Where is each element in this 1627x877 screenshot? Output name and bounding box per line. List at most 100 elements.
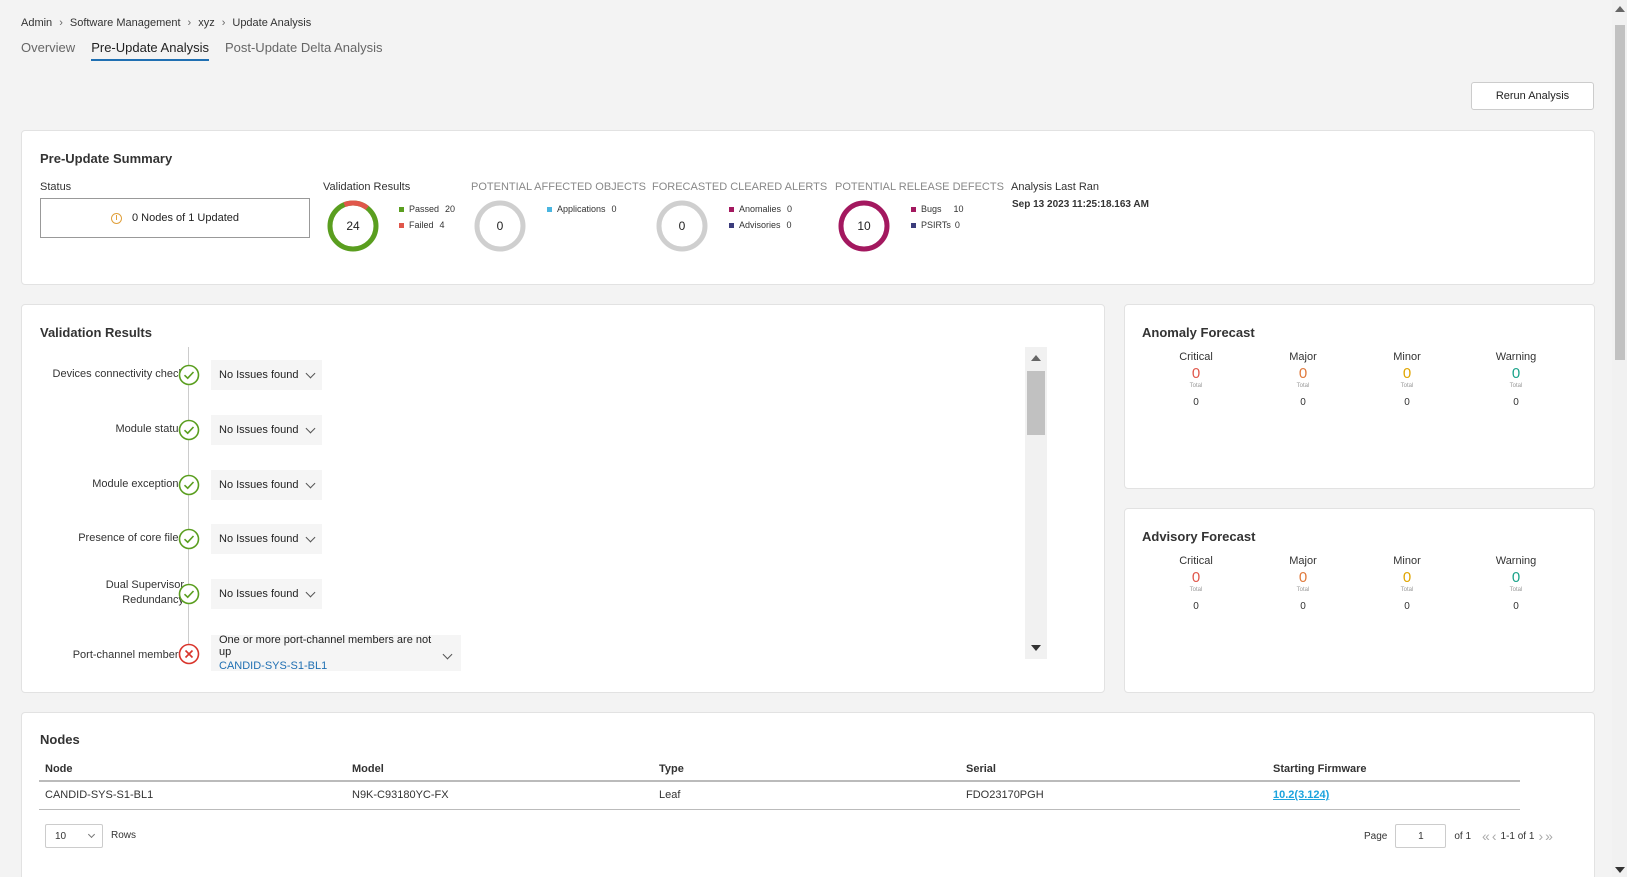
- warning-icon: [110, 212, 122, 224]
- forecast-major: Major 0 Total 0: [1258, 555, 1348, 612]
- pre-update-summary-card: Pre-Update Summary Status 0 Nodes of 1 U…: [21, 130, 1595, 285]
- scroll-thumb[interactable]: [1027, 371, 1045, 435]
- legend-value: 20: [445, 204, 456, 214]
- chevron-down-icon: [305, 368, 315, 378]
- column-header[interactable]: Model: [346, 757, 653, 782]
- breadcrumb-item[interactable]: Software Management: [70, 17, 181, 29]
- column-label: Warning: [1495, 555, 1537, 567]
- scroll-down-icon[interactable]: [1031, 645, 1041, 651]
- column-value: 0: [1298, 365, 1308, 382]
- page: Admin › Software Management › xyz › Upda…: [0, 0, 1610, 877]
- result-text: No Issues found: [219, 369, 299, 381]
- last-page-icon[interactable]: »: [1545, 828, 1553, 844]
- breadcrumb-item[interactable]: Admin: [21, 17, 52, 29]
- result-dropdown[interactable]: No Issues found: [211, 524, 322, 554]
- column-header[interactable]: Serial: [960, 757, 1267, 782]
- legend-label: Anomalies: [739, 204, 782, 214]
- result-text: One or more port-channel members are not…: [219, 634, 432, 658]
- total-label: Total: [1509, 383, 1523, 389]
- result-dropdown[interactable]: No Issues found: [211, 579, 322, 609]
- column-value: 0: [1402, 569, 1412, 586]
- chevron-right-icon: ›: [187, 17, 192, 29]
- legend-label: Failed: [409, 220, 434, 230]
- firmware-link[interactable]: 10.2(3.124): [1273, 789, 1329, 801]
- page-number-input[interactable]: 1: [1395, 824, 1447, 848]
- breadcrumb: Admin › Software Management › xyz › Upda…: [21, 17, 311, 29]
- result-text: No Issues found: [219, 424, 299, 436]
- rerun-analysis-button[interactable]: Rerun Analysis: [1471, 82, 1594, 110]
- legend-label: Applications: [557, 204, 606, 214]
- column-header[interactable]: Starting Firmware: [1267, 757, 1520, 782]
- rows-per-page-select[interactable]: 10: [45, 824, 103, 848]
- tab-pre-update-analysis[interactable]: Pre-Update Analysis: [91, 40, 209, 61]
- scroll-thumb[interactable]: [1615, 25, 1625, 360]
- column-sub: 0: [1193, 397, 1199, 408]
- validation-row: Module exceptions No Issues found: [22, 470, 322, 500]
- column-label: Minor: [1393, 351, 1421, 363]
- anomaly-forecast-card: Anomaly Forecast Critical 0 Total 0 Majo…: [1124, 304, 1595, 489]
- legend-value: 10: [953, 204, 964, 214]
- legend-label: Bugs: [921, 204, 942, 214]
- tab-overview[interactable]: Overview: [21, 40, 75, 61]
- legend-value: 0: [786, 220, 792, 230]
- first-page-icon[interactable]: «: [1482, 828, 1490, 844]
- column-header[interactable]: Type: [653, 757, 960, 782]
- chevron-down-icon: [87, 830, 96, 839]
- status-value: 0 Nodes of 1 Updated: [131, 212, 240, 224]
- cell-type: Leaf: [653, 781, 960, 810]
- total-label: Total: [1189, 587, 1203, 593]
- breadcrumb-item[interactable]: xyz: [198, 17, 215, 29]
- column-value: 0: [1511, 365, 1521, 382]
- scroll-up-icon[interactable]: [1615, 6, 1625, 12]
- cleared-alerts-label: FORECASTED CLEARED ALERTS: [652, 181, 828, 193]
- forecast-critical: Critical 0 Total 0: [1151, 351, 1241, 408]
- legend-value: 0: [611, 204, 617, 214]
- legend-swatch: [911, 206, 916, 212]
- card-title: Advisory Forecast: [1142, 529, 1256, 544]
- next-page-icon[interactable]: ›: [1538, 828, 1543, 844]
- node-link[interactable]: CANDID-SYS-S1-BL1: [219, 660, 327, 672]
- card-title: Validation Results: [40, 325, 152, 340]
- column-header[interactable]: Node: [39, 757, 346, 782]
- cell-firmware: 10.2(3.124): [1267, 781, 1520, 810]
- validation-row-label: Presence of core files: [78, 532, 184, 544]
- validation-row: Devices connectivity check No Issues fou…: [22, 360, 322, 390]
- last-ran-label: Analysis Last Ran: [1011, 181, 1100, 193]
- scroll-up-icon[interactable]: [1031, 355, 1041, 361]
- validation-scrollbar[interactable]: [1025, 347, 1047, 659]
- validation-row: Module status No Issues found: [22, 415, 322, 445]
- result-dropdown[interactable]: No Issues found: [211, 360, 322, 390]
- result-dropdown[interactable]: No Issues found: [211, 470, 322, 500]
- chevron-down-icon: [305, 587, 315, 597]
- total-label: Total: [1509, 587, 1523, 593]
- validation-row-label: Dual Supervisor Redundancy: [105, 579, 184, 606]
- total-label: Total: [1400, 383, 1414, 389]
- chevron-down-icon: [305, 478, 315, 488]
- page-label: Page: [1364, 830, 1388, 842]
- result-dropdown[interactable]: One or more port-channel members are not…: [211, 634, 461, 672]
- validation-row: Port-channel members One or more port-ch…: [22, 634, 461, 673]
- validation-row-label: Port-channel members: [72, 649, 184, 661]
- page-scrollbar[interactable]: [1612, 0, 1627, 877]
- defects-legend: Bugs 10 PSIRTs 0: [911, 201, 964, 233]
- table-row[interactable]: CANDID-SYS-S1-BL1 N9K-C93180YC-FX Leaf F…: [39, 781, 1520, 810]
- column-sub: 0: [1300, 601, 1306, 612]
- tab-post-update-delta-analysis[interactable]: Post-Update Delta Analysis: [225, 40, 383, 61]
- legend-swatch: [547, 206, 552, 212]
- check-circle-icon: [178, 528, 200, 550]
- card-title: Pre-Update Summary: [40, 151, 173, 166]
- legend-label: Advisories: [739, 220, 781, 230]
- affected-legend: Applications 0: [547, 201, 617, 217]
- result-dropdown[interactable]: No Issues found: [211, 415, 322, 445]
- pagination: Page 1 of 1 « ‹ 1-1 of 1 › »: [1364, 824, 1554, 848]
- breadcrumb-item: Update Analysis: [232, 17, 312, 29]
- prev-page-icon[interactable]: ‹: [1492, 828, 1497, 844]
- forecast-critical: Critical 0 Total 0: [1151, 555, 1241, 612]
- affected-objects-label: POTENTIAL AFFECTED OBJECTS: [471, 181, 647, 193]
- column-sub: 0: [1404, 397, 1410, 408]
- validation-results-card: Validation Results Devices connectivity …: [21, 304, 1105, 693]
- result-text: No Issues found: [219, 479, 299, 491]
- scroll-down-icon[interactable]: [1615, 867, 1625, 873]
- timeline-line: [188, 347, 189, 659]
- legend-label: Passed: [409, 204, 440, 214]
